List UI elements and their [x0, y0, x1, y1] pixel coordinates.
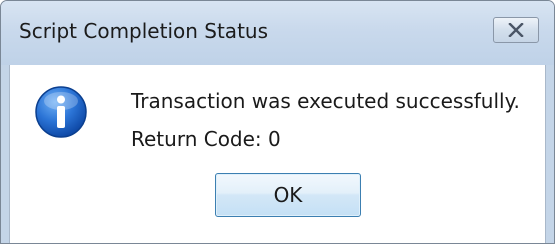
- message-dialog: Script Completion Status Transaction was…: [0, 0, 555, 244]
- close-button[interactable]: [493, 17, 539, 43]
- info-icon: [34, 85, 88, 139]
- ok-button[interactable]: OK: [215, 173, 361, 217]
- return-code-text: Return Code: 0: [131, 127, 281, 151]
- dialog-content: Transaction was executed successfully. R…: [9, 65, 546, 243]
- dialog-title: Script Completion Status: [19, 19, 269, 43]
- title-bar[interactable]: Script Completion Status: [1, 1, 554, 65]
- message-text: Transaction was executed successfully.: [131, 89, 520, 113]
- close-icon: [508, 23, 524, 37]
